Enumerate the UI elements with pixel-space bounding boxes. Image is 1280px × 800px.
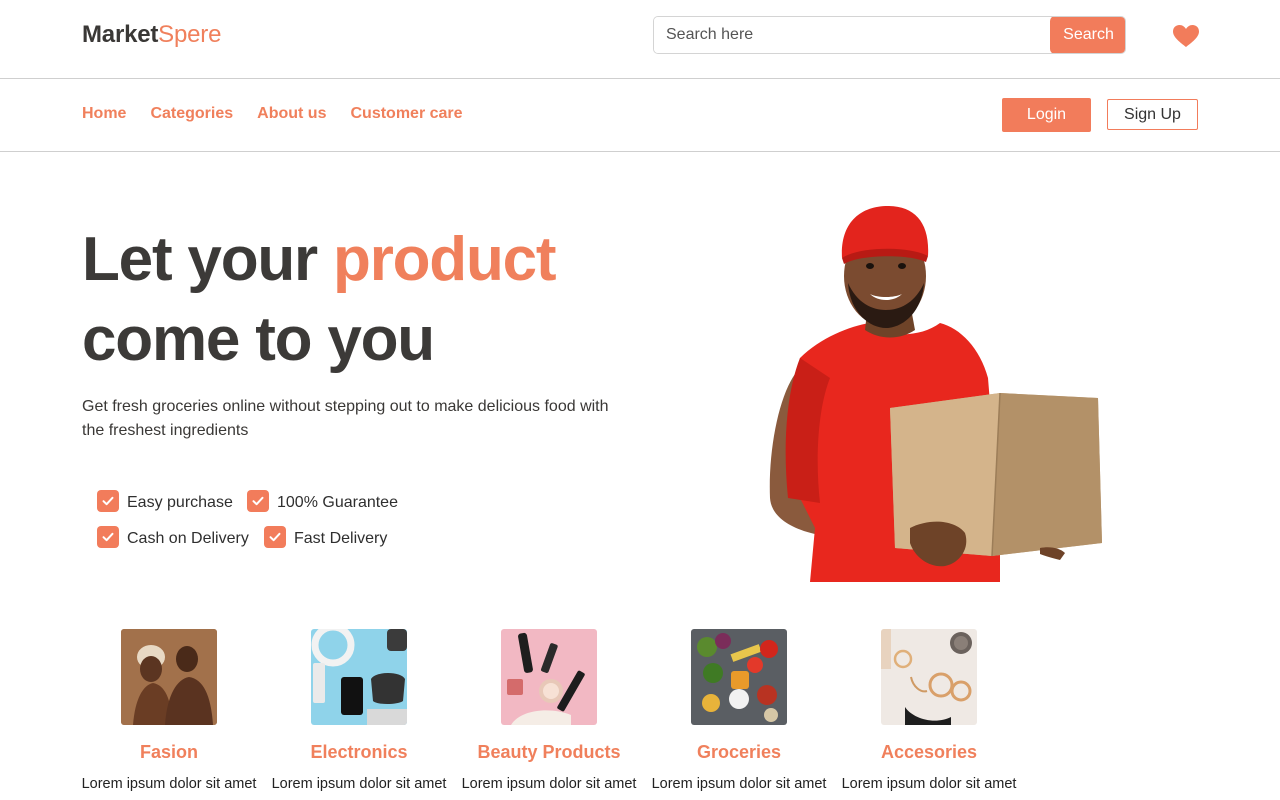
logo-text-spere: Spere bbox=[158, 21, 222, 48]
feature-item: Easy purchase bbox=[97, 490, 233, 514]
category-image-groceries[interactable] bbox=[691, 629, 787, 725]
hero-title-part1: Let your bbox=[82, 225, 334, 294]
category-description: Lorem ipsum dolor sit amet bbox=[81, 776, 257, 792]
feature-label: Fast Delivery bbox=[294, 530, 388, 547]
search-bar: Search bbox=[653, 16, 1126, 54]
nav-link-customer-care[interactable]: Customer care bbox=[350, 105, 462, 123]
nav-links: Home Categories About us Customer care bbox=[82, 105, 463, 123]
category-description: Lorem ipsum dolor sit amet bbox=[461, 776, 637, 792]
nav-link-categories[interactable]: Categories bbox=[150, 105, 233, 123]
category-title[interactable]: Accesories bbox=[834, 742, 1024, 763]
login-button[interactable]: Login bbox=[1002, 98, 1091, 132]
delivery-man-image bbox=[769, 206, 1102, 582]
category-image-fashion[interactable] bbox=[121, 629, 217, 725]
category-card-electronics[interactable]: Electronics Lorem ipsum dolor sit amet bbox=[264, 629, 454, 796]
category-card-beauty-products[interactable]: Beauty Products Lorem ipsum dolor sit am… bbox=[454, 629, 644, 796]
top-header: MarketSpere Search bbox=[0, 0, 1280, 79]
category-image-electronics[interactable] bbox=[311, 629, 407, 725]
hero-title-accent: product bbox=[333, 225, 557, 294]
heart-icon[interactable] bbox=[1172, 24, 1200, 48]
hero-subtitle: Get fresh groceries online without stepp… bbox=[82, 398, 609, 439]
category-image-beauty-products[interactable] bbox=[501, 629, 597, 725]
category-card-groceries[interactable]: Groceries Lorem ipsum dolor sit amet bbox=[644, 629, 834, 796]
category-card-accessories[interactable]: Accesories Lorem ipsum dolor sit amet bbox=[834, 629, 1024, 796]
category-card-fashion[interactable]: Fasion Lorem ipsum dolor sit amet bbox=[74, 629, 264, 796]
site-logo[interactable]: MarketSpere bbox=[82, 21, 221, 49]
hero-title: Let your product come to you bbox=[82, 220, 642, 380]
feature-label: Cash on Delivery bbox=[127, 530, 249, 547]
feature-item: Cash on Delivery bbox=[97, 526, 249, 550]
feature-label: Easy purchase bbox=[127, 494, 233, 511]
category-title[interactable]: Electronics bbox=[264, 742, 454, 763]
category-title[interactable]: Beauty Products bbox=[454, 742, 644, 763]
checkbox-icon bbox=[264, 526, 286, 548]
logo-text-market: Market bbox=[82, 21, 159, 48]
nav-link-about-us[interactable]: About us bbox=[257, 105, 326, 123]
feature-item: 100% Guarantee bbox=[247, 490, 398, 514]
checkbox-icon bbox=[97, 526, 119, 548]
category-description: Lorem ipsum dolor sit amet bbox=[841, 776, 1017, 792]
nav-link-home[interactable]: Home bbox=[82, 105, 126, 123]
category-description: Lorem ipsum dolor sit amet bbox=[651, 776, 827, 792]
search-input[interactable] bbox=[654, 17, 1051, 53]
search-button[interactable]: Search bbox=[1050, 17, 1125, 53]
category-description: Lorem ipsum dolor sit amet bbox=[271, 776, 447, 792]
category-image-accessories[interactable] bbox=[881, 629, 977, 725]
category-title[interactable]: Groceries bbox=[644, 742, 834, 763]
category-title[interactable]: Fasion bbox=[74, 742, 264, 763]
signup-button[interactable]: Sign Up bbox=[1107, 99, 1198, 130]
main-navigation: Home Categories About us Customer care L… bbox=[0, 79, 1280, 152]
feature-label: 100% Guarantee bbox=[277, 494, 398, 511]
feature-item: Fast Delivery bbox=[264, 526, 388, 550]
checkbox-icon bbox=[97, 490, 119, 512]
hero-title-part2: come to you bbox=[82, 305, 435, 374]
checkbox-icon bbox=[247, 490, 269, 512]
